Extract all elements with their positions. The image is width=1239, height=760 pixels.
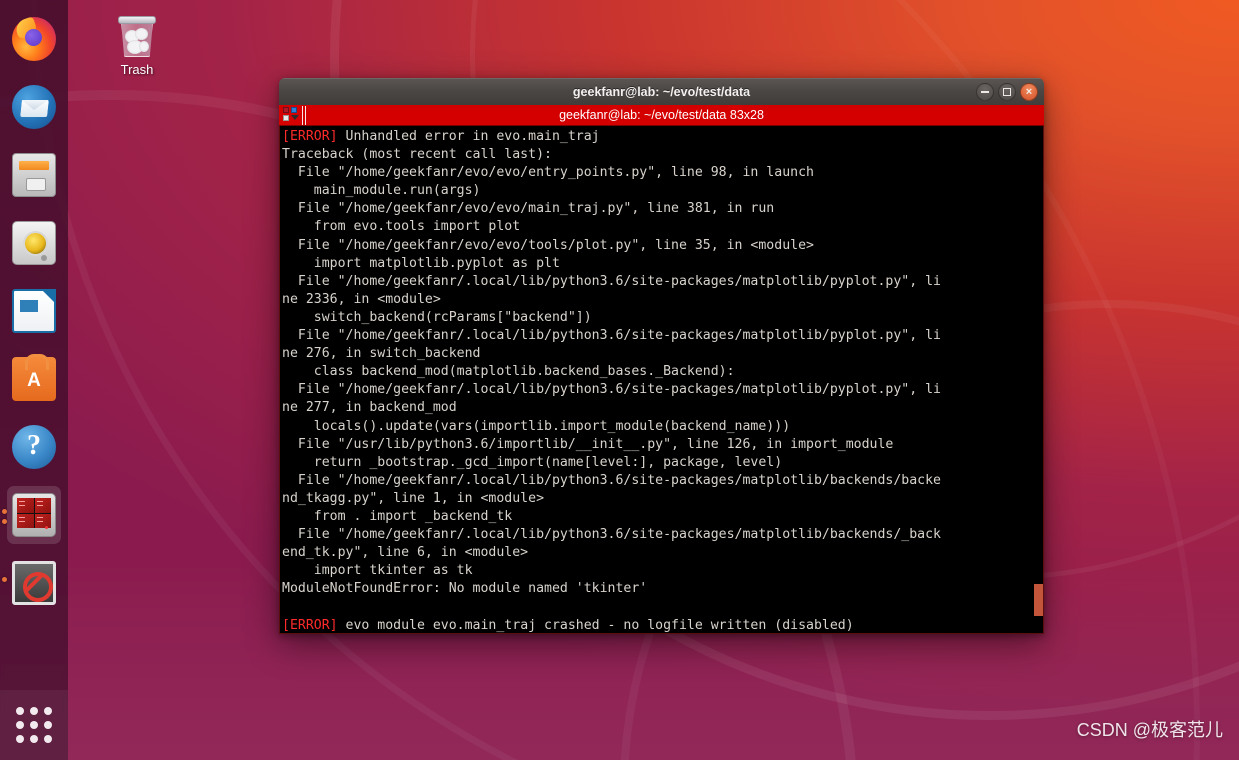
desktop-icon-trash[interactable]: Trash xyxy=(100,8,174,77)
launcher-item-rhythmbox[interactable] xyxy=(0,210,68,276)
terminal-tabbar[interactable]: geekfanr@lab: ~/evo/test/data 83x28 xyxy=(279,105,1044,126)
terminal-scrollbar-thumb[interactable] xyxy=(1034,584,1043,616)
trash-icon xyxy=(118,14,156,58)
launcher-item-files[interactable] xyxy=(0,142,68,208)
terminal-error-tag: [ERROR] xyxy=(282,129,338,144)
question-mark-icon xyxy=(12,425,56,469)
terminal-icon xyxy=(12,493,56,537)
launcher-dock xyxy=(0,0,68,760)
watermark: CSDN @极客范儿 xyxy=(1076,720,1223,740)
window-titlebar[interactable]: geekfanr@lab: ~/evo/test/data × xyxy=(279,78,1044,105)
running-indicator-dot xyxy=(2,577,7,582)
maximize-button[interactable] xyxy=(998,83,1016,101)
files-icon xyxy=(12,153,56,197)
terminal-output-text: [ERROR] Unhandled error in evo.main_traj… xyxy=(282,129,941,633)
app-grid-icon xyxy=(16,707,52,743)
firefox-icon xyxy=(12,17,56,61)
window-controls: × xyxy=(976,83,1038,101)
window-title: geekfanr@lab: ~/evo/test/data xyxy=(572,85,751,99)
terminal-error-tag: [ERROR] xyxy=(282,617,338,633)
terminal-window[interactable]: geekfanr@lab: ~/evo/test/data × geekfanr… xyxy=(279,78,1044,634)
launcher-item-help[interactable] xyxy=(0,414,68,480)
rhythmbox-icon xyxy=(12,221,56,265)
tab-separator xyxy=(305,106,306,125)
tab-separator xyxy=(302,106,303,125)
terminal-scrollbar[interactable] xyxy=(1034,126,1043,633)
new-tab-icon[interactable] xyxy=(283,107,299,123)
show-applications-button[interactable] xyxy=(0,690,68,760)
close-button[interactable]: × xyxy=(1020,83,1038,101)
launcher-item-ubuntu-software[interactable] xyxy=(0,346,68,412)
launcher-item-thunderbird[interactable] xyxy=(0,74,68,140)
desktop: Trash A ? geekfanr@lab: ~/evo/test/data … xyxy=(0,0,1239,760)
minimize-button[interactable] xyxy=(976,83,994,101)
running-indicator-dot xyxy=(2,509,7,514)
maximize-icon xyxy=(1003,88,1011,96)
running-indicator-dot xyxy=(2,519,7,524)
close-icon: × xyxy=(1025,85,1033,98)
launcher-item-libreoffice-writer[interactable] xyxy=(0,278,68,344)
terminal-tab-title[interactable]: geekfanr@lab: ~/evo/test/data 83x28 xyxy=(279,108,1044,122)
trash-label: Trash xyxy=(120,62,154,77)
minimize-icon xyxy=(981,91,989,93)
terminal-output-area[interactable]: [ERROR] Unhandled error in evo.main_traj… xyxy=(279,126,1044,634)
thunderbird-icon xyxy=(12,85,56,129)
software-bag-icon xyxy=(12,354,56,401)
launcher-item-firefox[interactable] xyxy=(0,6,68,72)
launcher-item-terminal[interactable] xyxy=(0,482,68,548)
launcher-item-blocked-app[interactable] xyxy=(0,550,68,616)
document-icon xyxy=(12,289,56,333)
no-entry-icon xyxy=(12,561,56,605)
